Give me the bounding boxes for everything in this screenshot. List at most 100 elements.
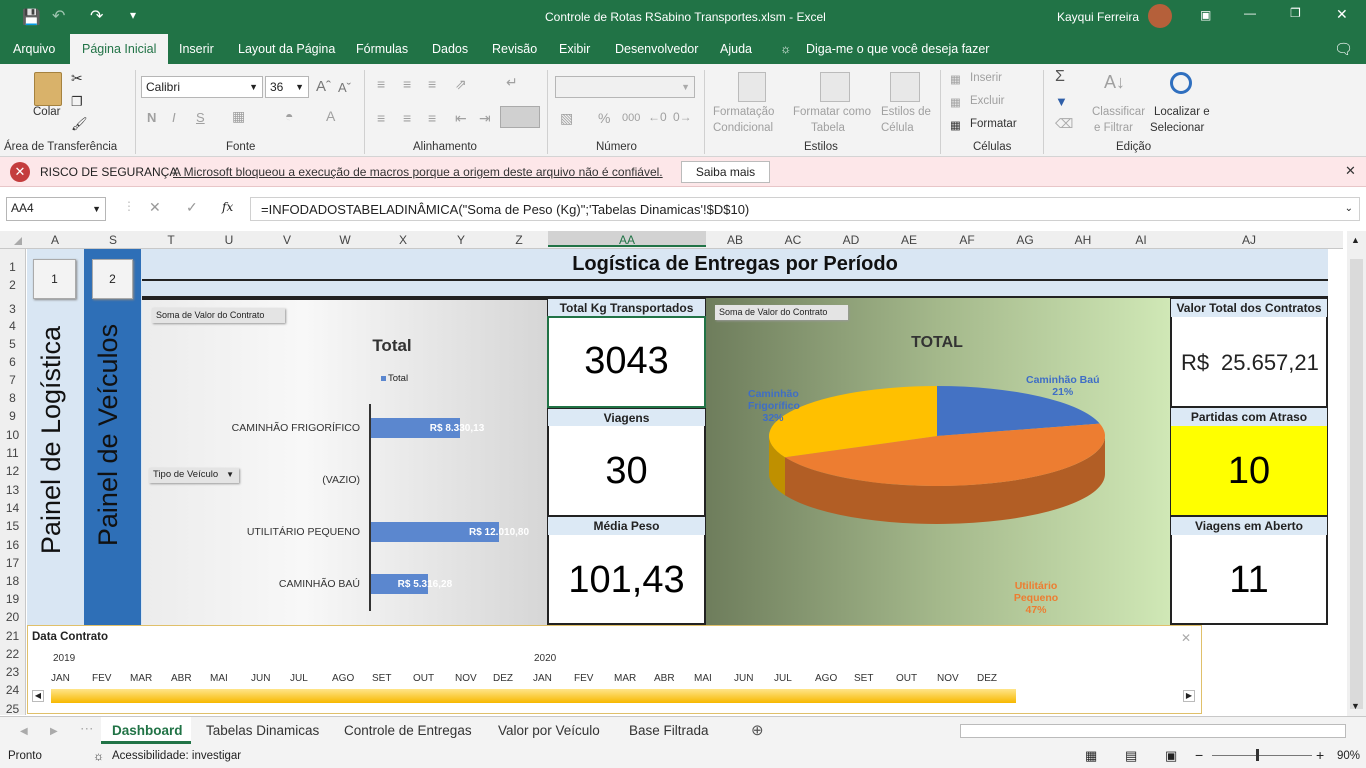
column-header[interactable]: X <box>374 233 432 247</box>
column-header[interactable]: Y <box>432 233 490 247</box>
tab-formulas[interactable]: Fórmulas <box>356 42 408 56</box>
align-top-icon[interactable]: ≡ <box>377 76 385 92</box>
enter-icon[interactable]: ✓ <box>186 199 198 216</box>
timeline-month[interactable]: FEV <box>92 673 111 684</box>
borders-icon[interactable]: ▦ <box>232 108 245 125</box>
restore-icon[interactable]: ❐ <box>1290 6 1301 20</box>
grow-font-icon[interactable]: Aˆ <box>316 78 331 95</box>
tell-me-search[interactable]: Diga-me o que você deseja fazer <box>806 42 989 56</box>
timeline-month[interactable]: DEZ <box>977 673 997 684</box>
column-header[interactable]: U <box>200 233 258 247</box>
tab-pagina-inicial[interactable]: Página Inicial <box>70 34 169 64</box>
timeline-month[interactable]: NOV <box>937 673 959 684</box>
sheet-tab-base[interactable]: Base Filtrada <box>629 723 709 738</box>
row-header[interactable]: 6 <box>0 355 25 369</box>
currency-icon[interactable]: ▧ <box>560 110 573 127</box>
zoom-slider[interactable] <box>1212 755 1312 756</box>
sort-filter-line2[interactable]: e Filtrar <box>1094 122 1133 134</box>
undo-icon[interactable]: ↶ <box>52 6 65 26</box>
font-size-combo[interactable]: 36 ▼ <box>265 76 309 98</box>
font-name-combo[interactable]: Calibri ▼ <box>141 76 263 98</box>
find-select-line2[interactable]: Selecionar <box>1150 122 1204 134</box>
avatar[interactable] <box>1148 4 1172 28</box>
tab-revisao[interactable]: Revisão <box>492 42 537 56</box>
conditional-format-line2[interactable]: Condicional <box>713 122 773 134</box>
timeline-month[interactable]: SET <box>854 673 873 684</box>
cut-icon[interactable]: ✂ <box>71 70 83 87</box>
conditional-format-icon[interactable] <box>738 72 766 102</box>
delete-button[interactable]: Excluir <box>970 95 1005 107</box>
scroll-right-icon[interactable]: ▶ <box>1183 690 1195 702</box>
column-header[interactable]: AH <box>1054 233 1112 247</box>
format-table-line1[interactable]: Formatar como <box>793 106 871 118</box>
column-header[interactable]: AB <box>706 233 764 247</box>
row-header[interactable]: 9 <box>0 409 25 423</box>
column-header[interactable]: AD <box>822 233 880 247</box>
timeline-month[interactable]: JUN <box>734 673 753 684</box>
timeline-selection-bar[interactable] <box>51 689 1016 703</box>
zoom-out-icon[interactable]: − <box>1195 747 1203 763</box>
learn-more-button[interactable]: Saiba mais <box>681 161 770 183</box>
zoom-thumb[interactable] <box>1256 749 1259 761</box>
font-color-icon[interactable]: A <box>326 108 335 124</box>
column-header[interactable]: AF <box>938 233 996 247</box>
tab-layout[interactable]: Layout da Página <box>238 42 335 56</box>
timeline-month[interactable]: MAR <box>130 673 152 684</box>
timeline-month[interactable]: JAN <box>51 673 70 684</box>
timeline-month[interactable]: JUL <box>290 673 308 684</box>
number-format-combo[interactable]: ▼ <box>555 76 695 98</box>
timeline-month[interactable]: OUT <box>413 673 434 684</box>
column-header[interactable]: AI <box>1112 233 1170 247</box>
sheet-tab-valor[interactable]: Valor por Veículo <box>498 723 600 738</box>
tab-inserir[interactable]: Inserir <box>179 42 214 56</box>
tab-ajuda[interactable]: Ajuda <box>720 42 752 56</box>
timeline-month[interactable]: JUL <box>774 673 792 684</box>
conditional-format-line1[interactable]: Formatação <box>713 106 774 118</box>
paste-icon[interactable] <box>34 72 62 106</box>
horizontal-scrollbar[interactable] <box>960 724 1346 738</box>
fill-color-icon[interactable]: ◓ <box>285 108 293 124</box>
row-header[interactable]: 2 <box>0 278 25 292</box>
row-header[interactable]: 16 <box>0 538 25 552</box>
close-icon[interactable]: ✕ <box>1336 6 1348 23</box>
merge-center-icon[interactable] <box>500 106 540 128</box>
close-icon[interactable]: ✕ <box>1345 163 1356 179</box>
formula-input[interactable]: =INFODADOSTABELADINÂMICA("Soma de Peso (… <box>250 197 1360 221</box>
nav-button-1[interactable]: 1 <box>33 259 76 299</box>
row-header[interactable]: 21 <box>0 629 25 643</box>
row-header[interactable]: 12 <box>0 464 25 478</box>
next-sheet-icon[interactable]: ▶ <box>50 726 58 737</box>
row-header[interactable]: 20 <box>0 610 25 624</box>
bar-chart[interactable]: Soma de Valor do Contrato Total Total Ti… <box>142 298 547 625</box>
column-header-selected[interactable]: AA <box>548 231 706 247</box>
scroll-left-icon[interactable]: ◀ <box>32 690 44 702</box>
timeline-month[interactable]: FEV <box>574 673 593 684</box>
ribbon-display-icon[interactable]: ▣ <box>1200 8 1211 22</box>
column-header[interactable]: AE <box>880 233 938 247</box>
row-header[interactable]: 23 <box>0 665 25 679</box>
column-header[interactable]: AC <box>764 233 822 247</box>
row-header[interactable]: 25 <box>0 702 25 716</box>
timeline-month[interactable]: ABR <box>171 673 192 684</box>
sort-filter-icon[interactable]: A↓ <box>1104 72 1125 93</box>
row-header[interactable]: 10 <box>0 428 25 442</box>
prev-sheet-icon[interactable]: ◀ <box>20 726 28 737</box>
timeline-month[interactable]: MAR <box>614 673 636 684</box>
scroll-thumb[interactable] <box>1350 259 1363 709</box>
format-button[interactable]: Formatar <box>970 118 1017 130</box>
increase-indent-icon[interactable]: ⇥ <box>479 110 491 127</box>
cell-styles-line2[interactable]: Célula <box>881 122 914 134</box>
clear-filter-icon[interactable]: ✕ <box>1181 631 1191 645</box>
italic-button[interactable]: I <box>172 110 176 125</box>
sort-filter-line1[interactable]: Classificar <box>1092 106 1145 118</box>
paste-button[interactable]: Colar <box>33 106 60 118</box>
autosum-icon[interactable]: Σ <box>1055 68 1065 86</box>
align-right-icon[interactable]: ≡ <box>428 110 436 126</box>
align-bottom-icon[interactable]: ≡ <box>428 76 436 92</box>
sheet-tab-dashboard[interactable]: Dashboard <box>112 723 183 738</box>
comments-icon[interactable]: 🗨 <box>1334 40 1353 58</box>
bold-button[interactable]: N <box>147 110 156 125</box>
find-select-line1[interactable]: Localizar e <box>1154 106 1210 118</box>
format-table-icon[interactable] <box>820 72 850 102</box>
insert-button[interactable]: Inserir <box>970 72 1002 84</box>
